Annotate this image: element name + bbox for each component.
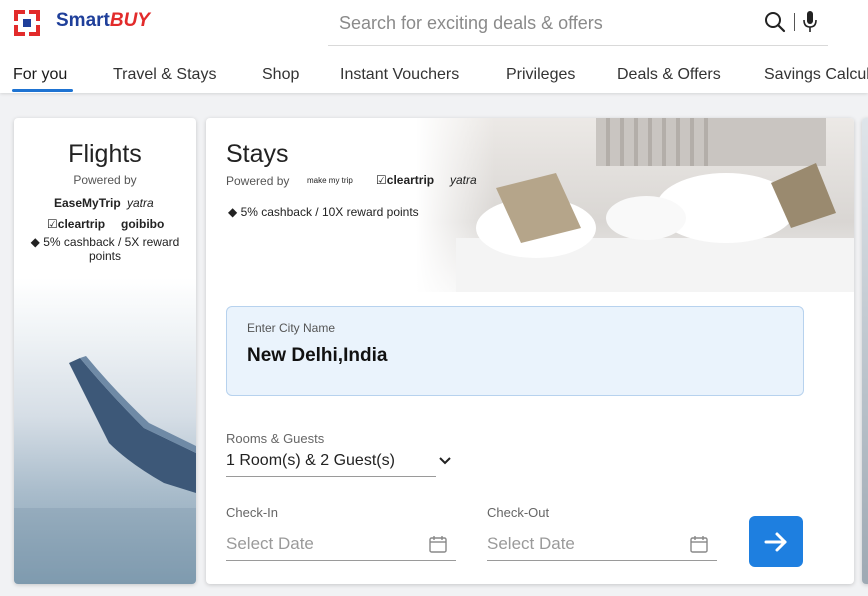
- flights-cashback: ◆ 5% cashback / 5X reward points: [14, 235, 196, 263]
- stays-title: Stays: [226, 140, 289, 168]
- check-out-field[interactable]: Select Date: [487, 530, 717, 561]
- check-in-value: Select Date: [226, 534, 314, 553]
- hotel-room-image: [416, 118, 854, 292]
- search-icon[interactable]: [764, 11, 786, 33]
- calendar-icon[interactable]: [689, 534, 709, 554]
- tag-icon: ◆: [228, 205, 238, 219]
- arrow-right-icon: [764, 532, 787, 552]
- check-in-label: Check-In: [226, 505, 279, 520]
- partner-cleartrip-logo: ☑cleartrip: [376, 173, 434, 187]
- rooms-guests-label: Rooms & Guests: [226, 431, 325, 446]
- check-out-label: Check-Out: [487, 505, 550, 520]
- smartbuy-logo[interactable]: SmartBUY: [56, 10, 150, 32]
- flights-powered-by: Powered by: [73, 173, 137, 187]
- city-name-value[interactable]: New Delhi,India: [247, 345, 387, 367]
- tab-instant-vouchers[interactable]: Instant Vouchers: [340, 66, 459, 84]
- partner-easemytrip-logo: EaseMyTrip: [54, 196, 121, 210]
- stays-powered-by: Powered by: [226, 174, 290, 188]
- calendar-icon[interactable]: [428, 534, 448, 554]
- stays-cashback: ◆ 5% cashback / 10X reward points: [228, 205, 419, 219]
- hdfc-logo-icon[interactable]: [14, 10, 40, 36]
- partner-makemytrip-logo: make my trip: [307, 176, 353, 185]
- tab-shop[interactable]: Shop: [262, 66, 299, 84]
- top-header: SmartBUY For you Travel & Stays Shop Ins…: [0, 0, 868, 93]
- search-input[interactable]: [337, 8, 751, 38]
- cleartrip-check-icon: ☑: [376, 173, 387, 187]
- active-tab-indicator: [12, 89, 73, 92]
- partner-yatra-logo: yatra: [450, 173, 477, 187]
- hotel-bed-illustration: [456, 118, 854, 292]
- tab-savings-calculator[interactable]: Savings Calcul: [764, 66, 868, 84]
- partner-cleartrip-label: cleartrip: [386, 173, 435, 187]
- partner-cleartrip-logo: ☑cleartrip: [47, 217, 105, 231]
- search-stays-button[interactable]: [749, 516, 803, 567]
- tab-deals-offers[interactable]: Deals & Offers: [617, 66, 721, 84]
- rooms-guests-select[interactable]: 1 Room(s) & 2 Guest(s): [226, 450, 451, 477]
- tag-icon: ◆: [30, 235, 40, 249]
- logo-buy-text: BUY: [109, 10, 150, 31]
- logo-smart-text: Smart: [56, 10, 110, 31]
- partner-goibibo-logo: goibibo: [121, 217, 165, 231]
- tab-travel-stays[interactable]: Travel & Stays: [113, 66, 216, 84]
- search-bar: [328, 0, 828, 46]
- chevron-down-icon[interactable]: [438, 456, 452, 466]
- search-separator: [794, 13, 795, 31]
- flights-cashback-text: 5% cashback / 5X reward points: [43, 235, 180, 263]
- rooms-guests-value: 1 Room(s) & 2 Guest(s): [226, 452, 395, 469]
- tab-for-you[interactable]: For you: [13, 66, 67, 84]
- flights-title: Flights: [68, 140, 142, 168]
- city-name-label: Enter City Name: [247, 321, 336, 335]
- check-out-value: Select Date: [487, 534, 575, 553]
- airplane-wing-icon: [14, 356, 196, 584]
- tab-privileges[interactable]: Privileges: [506, 66, 575, 84]
- flights-card[interactable]: Flights Powered by EaseMyTrip yatra ☑cle…: [14, 118, 196, 584]
- next-card-partial[interactable]: [862, 118, 868, 584]
- partner-cleartrip-label: cleartrip: [57, 217, 106, 231]
- stays-card: Stays Powered by make my trip ☑cleartrip…: [206, 118, 854, 584]
- cleartrip-check-icon: ☑: [47, 217, 58, 231]
- main-nav: For you Travel & Stays Shop Instant Vouc…: [0, 56, 868, 93]
- check-in-field[interactable]: Select Date: [226, 530, 456, 561]
- stays-cashback-text: 5% cashback / 10X reward points: [240, 205, 419, 219]
- flights-image: [14, 278, 196, 584]
- partner-yatra-logo: yatra: [127, 196, 154, 210]
- microphone-icon[interactable]: [802, 10, 818, 34]
- city-name-field[interactable]: Enter City Name New Delhi,India: [226, 306, 804, 396]
